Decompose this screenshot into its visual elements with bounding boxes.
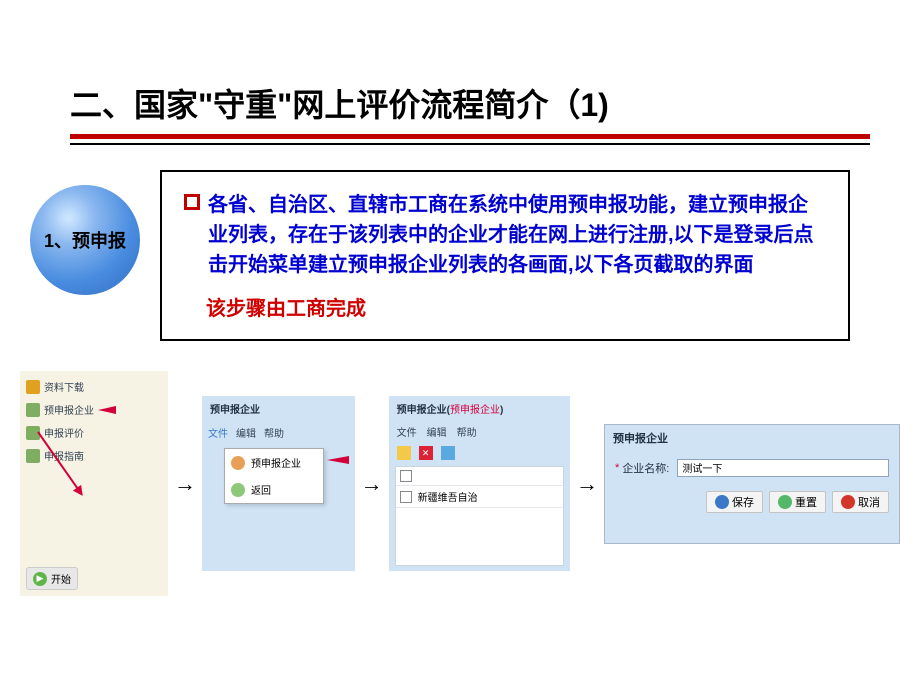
button-row: 保存 重置 取消 [605, 485, 899, 519]
sidebar-menu: 资料下载 预申报企业 申报评价 申报指南 [20, 371, 168, 475]
slide: 二、国家"守重"网上评价流程简介（1) 1、预申报 各省、自治区、直辖市工商在系… [0, 0, 920, 690]
sidebar-item-label: 预申报企业 [44, 402, 94, 417]
sidebar-item[interactable]: 预申报企业 [24, 400, 164, 419]
screenshots-row: 资料下载 预申报企业 申报评价 申报指南 ▶ 开始 [20, 371, 900, 596]
reset-label: 重置 [795, 494, 817, 510]
toolbar: 文件 编辑 帮助 [389, 421, 570, 442]
menu-file[interactable]: 文件 [208, 425, 228, 440]
flow-arrow-icon: → [361, 471, 383, 497]
title-highlight: 预申报企业 [450, 405, 500, 416]
title-part: ) [500, 405, 503, 416]
dropdown-item[interactable]: 返回 [225, 476, 323, 503]
data-list: 新疆维吾自治 [395, 466, 564, 566]
note-text: 该步骤由工商完成 [206, 292, 826, 321]
checkbox[interactable] [400, 491, 412, 503]
flow-arrow-icon: → [174, 471, 196, 497]
content-text: 各省、自治区、直辖市工商在系统中使用预申报功能，建立预申报企业列表，存在于该列表… [208, 190, 826, 280]
title-underline-red [70, 134, 870, 139]
save-button[interactable]: 保存 [706, 491, 763, 513]
company-name-input[interactable] [677, 459, 889, 477]
toolbar: 文件 编辑 帮助 [202, 421, 355, 444]
add-icon[interactable] [397, 446, 411, 460]
screenshot-form-dialog: 预申报企业 * 企业名称: 保存 重置 取消 [604, 424, 900, 544]
required-icon: * [615, 462, 619, 474]
folder-icon [26, 380, 40, 394]
arrow-icon [98, 406, 116, 414]
dialog-title: 预申报企业 [605, 425, 899, 451]
bullet-row: 各省、自治区、直辖市工商在系统中使用预申报功能，建立预申报企业列表，存在于该列表… [184, 190, 826, 280]
window-title: 预申报企业(预申报企业) [389, 396, 570, 421]
folder-icon [26, 449, 40, 463]
arrow-icon [327, 456, 349, 464]
start-label: 开始 [51, 571, 71, 586]
menu-help[interactable]: 帮助 [457, 424, 477, 439]
slide-title: 二、国家"守重"网上评价流程简介（1) [70, 80, 870, 126]
back-icon [231, 483, 245, 497]
form-label: 企业名称: [622, 460, 669, 476]
flow-arrow-icon: → [576, 471, 598, 497]
start-icon: ▶ [33, 572, 47, 586]
list-row[interactable]: 新疆维吾自治 [396, 486, 563, 508]
title-part: 预申报企业( [397, 405, 450, 416]
content-row: 1、预申报 各省、自治区、直辖市工商在系统中使用预申报功能，建立预申报企业列表，… [30, 170, 900, 341]
menu-file[interactable]: 文件 [397, 424, 417, 439]
document-icon [231, 456, 245, 470]
reset-icon [778, 495, 792, 509]
sidebar-item-label: 申报评价 [44, 425, 84, 440]
content-box: 各省、自治区、直辖市工商在系统中使用预申报功能，建立预申报企业列表，存在于该列表… [160, 170, 850, 341]
list-cell: 新疆维吾自治 [418, 489, 478, 504]
title-area: 二、国家"守重"网上评价流程简介（1) [70, 80, 870, 145]
window-title: 预申报企业 [202, 396, 355, 421]
dropdown-item-label: 返回 [251, 482, 271, 497]
menu-edit[interactable]: 编辑 [236, 425, 256, 440]
checkbox[interactable] [400, 470, 412, 482]
bullet-icon [184, 194, 200, 210]
refresh-icon[interactable] [441, 446, 455, 460]
dropdown-item[interactable]: 预申报企业 [225, 449, 323, 476]
sidebar-item[interactable]: 资料下载 [24, 377, 164, 396]
menu-edit[interactable]: 编辑 [427, 424, 447, 439]
delete-icon[interactable]: ✕ [419, 446, 433, 460]
folder-icon [26, 403, 40, 417]
cancel-icon [841, 495, 855, 509]
sidebar-item[interactable]: 申报评价 [24, 423, 164, 442]
dropdown-menu: 预申报企业 返回 [224, 448, 324, 504]
step-label: 1、预申报 [44, 227, 126, 253]
form-row: * 企业名称: [605, 451, 899, 485]
sidebar-item-label: 资料下载 [44, 379, 84, 394]
cancel-button[interactable]: 取消 [832, 491, 889, 513]
screenshot-list-window: 预申报企业(预申报企业) 文件 编辑 帮助 ✕ 新疆维吾自治 [389, 396, 570, 571]
list-header-row [396, 467, 563, 486]
step-sphere: 1、预申报 [30, 185, 140, 295]
save-label: 保存 [732, 494, 754, 510]
save-icon [715, 495, 729, 509]
dropdown-item-label: 预申报企业 [251, 455, 301, 470]
title-underline-black [70, 143, 870, 145]
start-button[interactable]: ▶ 开始 [26, 567, 78, 590]
menu-help[interactable]: 帮助 [264, 425, 284, 440]
screenshot-dropdown-window: 预申报企业 文件 编辑 帮助 预申报企业 返回 [202, 396, 355, 571]
sidebar-item[interactable]: 申报指南 [24, 446, 164, 465]
reset-button[interactable]: 重置 [769, 491, 826, 513]
icon-toolbar: ✕ [389, 442, 570, 464]
screenshot-sidebar: 资料下载 预申报企业 申报评价 申报指南 ▶ 开始 [20, 371, 168, 596]
cancel-label: 取消 [858, 494, 880, 510]
